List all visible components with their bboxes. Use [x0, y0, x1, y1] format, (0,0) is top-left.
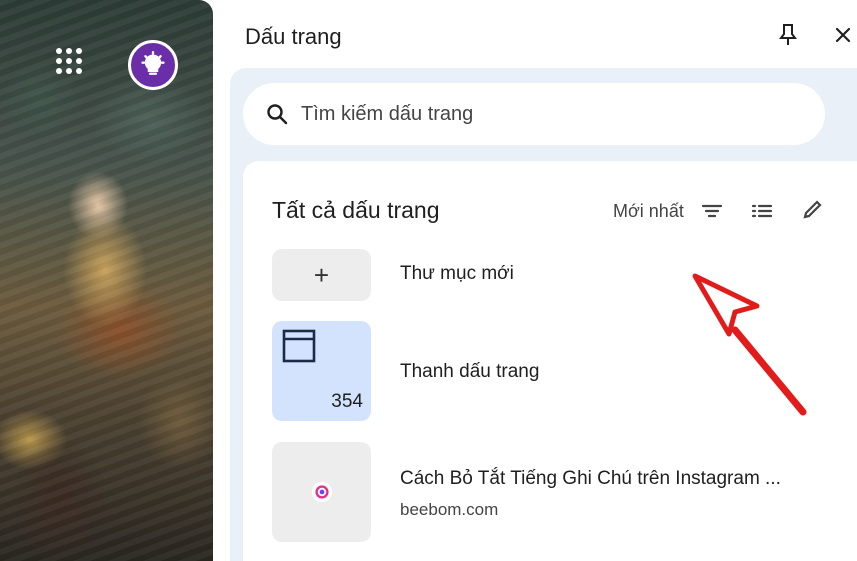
panel-title: Dấu trang [245, 24, 342, 49]
bookmarks-card: Tìm kiếm dấu trang Tất cả dấu trang Mới … [230, 68, 857, 561]
bookmark-count: 354 [331, 391, 363, 412]
edit-pencil-icon[interactable] [801, 197, 825, 221]
plus-icon: + [272, 249, 371, 301]
bookmark-list: Tất cả dấu trang Mới nhất + Thư mục mới … [243, 161, 857, 561]
beebom-favicon [311, 482, 332, 502]
search-placeholder: Tìm kiếm dấu trang [301, 102, 474, 125]
wallpaper-image [0, 0, 213, 561]
bookmarks-panel: Dấu trang Tìm kiếm dấu trang Tất cả dấu … [213, 0, 857, 561]
bookmark-thumbnail [272, 442, 371, 542]
apps-grid-icon[interactable] [56, 48, 82, 74]
bookmarks-bar-folder[interactable]: 354 Thanh dấu trang [272, 321, 842, 421]
screen: Dấu trang Tìm kiếm dấu trang Tất cả dấu … [0, 0, 857, 561]
sort-icon[interactable] [701, 201, 723, 221]
new-folder-row[interactable]: + Thư mục mới [272, 249, 842, 301]
folder-tile: 354 [272, 321, 371, 421]
bookmarks-bar-label: Thanh dấu trang [400, 361, 540, 382]
search-icon [267, 104, 288, 125]
pin-icon[interactable] [777, 22, 799, 48]
search-input[interactable]: Tìm kiếm dấu trang [243, 83, 825, 145]
new-folder-label: Thư mục mới [400, 263, 514, 284]
all-bookmarks-heading: Tất cả dấu trang [272, 197, 440, 223]
bookmark-domain: beebom.com [400, 500, 499, 519]
close-icon[interactable] [831, 22, 855, 48]
sort-button[interactable]: Mới nhất [613, 201, 684, 222]
folder-window-icon [282, 329, 316, 363]
list-view-icon[interactable] [751, 201, 773, 221]
lightbulb-icon[interactable] [128, 40, 178, 90]
bookmark-item[interactable]: Cách Bỏ Tắt Tiếng Ghi Chú trên Instagram… [272, 442, 842, 542]
bookmark-title: Cách Bỏ Tắt Tiếng Ghi Chú trên Instagram… [400, 468, 781, 489]
